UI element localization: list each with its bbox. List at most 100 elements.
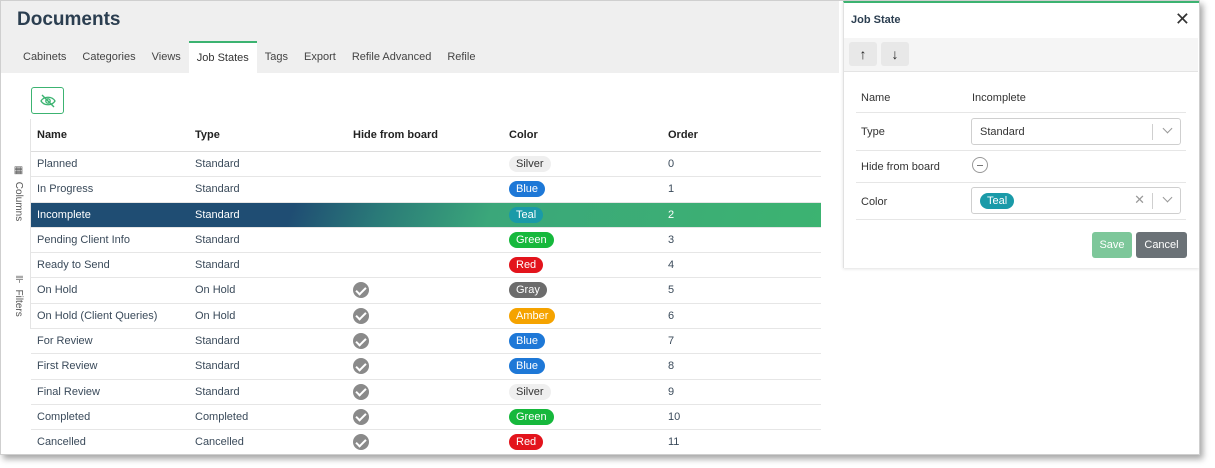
type-select-value: Standard xyxy=(980,126,1025,138)
columns-label: Columns xyxy=(13,181,24,222)
cell-type: Standard xyxy=(195,208,240,221)
cell-name: Planned xyxy=(37,158,78,170)
move-down-button[interactable]: ↓ xyxy=(881,42,909,66)
cell-order: 5 xyxy=(668,284,675,297)
tab-job-states[interactable]: Job States xyxy=(188,41,257,73)
table-row[interactable]: Ready to Send Standard Red 4 xyxy=(31,253,821,279)
color-badge: Teal xyxy=(509,206,544,223)
cell-hide-from-board xyxy=(353,430,369,454)
cell-hide-from-board xyxy=(353,380,369,406)
save-button[interactable]: Save xyxy=(1092,232,1132,258)
cell-name: Final Review xyxy=(37,385,100,398)
name-row: Name Incomplete xyxy=(856,83,1186,113)
cell-name: Cancelled xyxy=(37,436,86,449)
page-header: Documents Cabinets Categories Views Job … xyxy=(1,1,839,73)
type-row: Type Standard xyxy=(856,113,1186,151)
name-label: Name xyxy=(861,92,891,104)
cell-type: Standard xyxy=(195,233,240,246)
cell-type: On Hold xyxy=(195,284,236,297)
filters-label: Filters xyxy=(13,289,24,317)
color-badge: Green xyxy=(509,231,554,248)
header-order[interactable]: Order xyxy=(668,122,698,148)
color-row: Color Teal ✕ xyxy=(856,183,1186,220)
cell-color: Gray xyxy=(509,278,547,303)
panel-toolbar: ↑ ↓ xyxy=(844,38,1198,72)
type-select[interactable]: Standard xyxy=(971,118,1181,145)
header-type[interactable]: Type xyxy=(195,122,220,148)
header-name[interactable]: Name xyxy=(37,122,67,148)
check-circle-icon xyxy=(353,333,369,350)
cell-order: 0 xyxy=(668,158,675,170)
cell-type: Standard xyxy=(195,335,240,348)
hide-from-board-toggle-button[interactable] xyxy=(31,87,64,114)
cell-order: 7 xyxy=(668,335,675,348)
cell-order: 4 xyxy=(668,259,675,272)
cancel-button[interactable]: Cancel xyxy=(1136,232,1187,258)
cell-type: Standard xyxy=(195,259,240,272)
filter-icon: ⊪ xyxy=(13,275,24,284)
hide-label: Hide from board xyxy=(861,161,940,173)
table-row[interactable]: For Review Standard Blue 7 xyxy=(31,329,821,355)
cell-color: Green xyxy=(509,405,554,430)
cell-name: For Review xyxy=(37,335,93,348)
color-badge: Red xyxy=(509,434,544,451)
header-hide-from-board[interactable]: Hide from board xyxy=(353,122,438,148)
job-states-table: Name Type Hide from board Color Order Pl… xyxy=(31,122,821,454)
tab-export[interactable]: Export xyxy=(296,41,344,73)
color-select-value: Teal xyxy=(980,193,1015,209)
tab-categories[interactable]: Categories xyxy=(74,41,143,73)
check-circle-icon xyxy=(353,383,369,400)
table-header: Name Type Hide from board Color Order xyxy=(31,122,821,152)
cell-color: Silver xyxy=(509,152,551,177)
columns-toggle[interactable]: ▦ Columns xyxy=(10,165,24,221)
table-row[interactable]: On Hold (Client Queries) On Hold Amber 6 xyxy=(31,304,821,330)
tab-cabinets[interactable]: Cabinets xyxy=(15,41,74,73)
hide-from-board-toggle[interactable] xyxy=(972,157,988,173)
color-badge: Red xyxy=(509,257,544,274)
select-separator xyxy=(1152,124,1153,140)
move-up-button[interactable]: ↑ xyxy=(849,42,877,66)
cell-type: Standard xyxy=(195,385,240,398)
table-row[interactable]: In Progress Standard Blue 1 xyxy=(31,177,821,203)
color-badge: Blue xyxy=(509,333,546,350)
table-row[interactable]: Completed Completed Green 10 xyxy=(31,405,821,431)
tab-refile-advanced[interactable]: Refile Advanced xyxy=(344,41,440,73)
close-icon[interactable]: ✕ xyxy=(1175,10,1190,28)
chevron-down-icon xyxy=(1162,123,1173,134)
table-row[interactable]: Cancelled Cancelled Red 11 xyxy=(31,430,821,454)
header-color[interactable]: Color xyxy=(509,122,538,148)
filters-toggle[interactable]: ⊪ Filters xyxy=(10,275,24,317)
cell-order: 2 xyxy=(668,208,675,221)
check-circle-icon xyxy=(353,358,369,375)
table-row[interactable]: Pending Client Info Standard Green 3 xyxy=(31,228,821,254)
cell-color: Green xyxy=(509,228,554,253)
table-body: Planned Standard Silver 0 In Progress Standar… xyxy=(31,152,821,454)
table-row[interactable]: Planned Standard Silver 0 xyxy=(31,152,821,178)
cell-order: 3 xyxy=(668,233,675,246)
cell-name: In Progress xyxy=(37,183,94,196)
cell-order: 1 xyxy=(668,183,675,196)
tab-views[interactable]: Views xyxy=(144,41,189,73)
cell-color: Amber xyxy=(509,304,556,329)
tab-refile[interactable]: Refile xyxy=(439,41,483,73)
cell-hide-from-board xyxy=(353,405,369,431)
cell-color: Blue xyxy=(509,177,546,202)
cell-name: On Hold xyxy=(37,284,78,297)
check-circle-icon xyxy=(353,282,369,299)
table-row[interactable]: First Review Standard Blue 8 xyxy=(31,354,821,380)
check-circle-icon xyxy=(353,307,369,324)
check-circle-icon xyxy=(353,408,369,425)
cell-name: Pending Client Info xyxy=(37,233,130,246)
cell-hide-from-board xyxy=(353,354,369,380)
clear-icon[interactable]: ✕ xyxy=(1134,192,1145,208)
cell-order: 10 xyxy=(668,410,681,423)
cell-name: Ready to Send xyxy=(37,259,110,272)
color-select[interactable]: Teal ✕ xyxy=(971,187,1181,214)
table-row[interactable]: Incomplete Standard Teal 2 xyxy=(31,202,821,228)
table-row[interactable]: On Hold On Hold Gray 5 xyxy=(31,278,821,304)
color-badge: Blue xyxy=(509,181,546,198)
table-row[interactable]: Final Review Standard Silver 9 xyxy=(31,380,821,405)
color-badge: Silver xyxy=(509,383,551,400)
cell-type: On Hold xyxy=(195,309,236,322)
tab-tags[interactable]: Tags xyxy=(257,41,296,73)
